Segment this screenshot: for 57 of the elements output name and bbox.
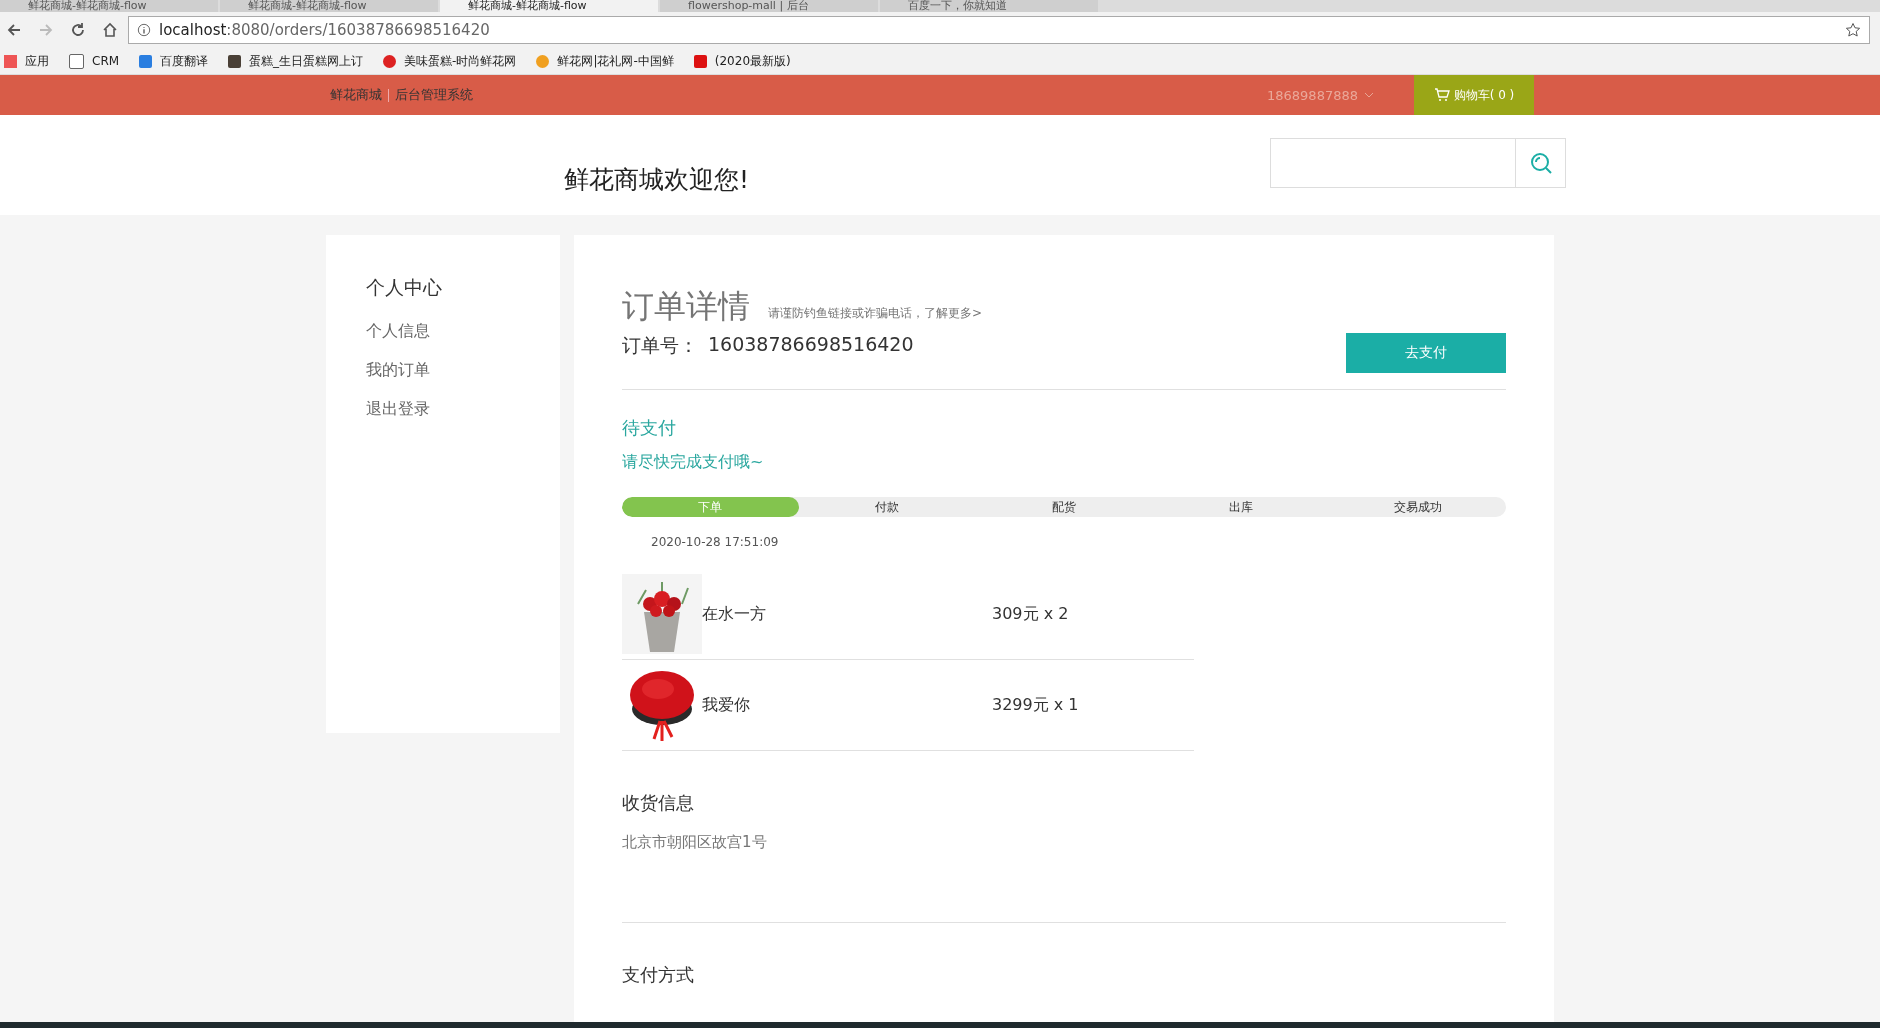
- progress-step: 交易成功: [1329, 497, 1506, 517]
- sidebar-item[interactable]: 我的订单: [366, 360, 430, 381]
- bookmark[interactable]: 美味蛋糕-时尚鲜花网: [383, 52, 517, 70]
- site-link[interactable]: 鲜花商城: [330, 86, 382, 104]
- progress-step: 配货: [975, 497, 1153, 517]
- bookmark[interactable]: 鲜花网|花礼网-中国鲜: [536, 52, 674, 70]
- bookmark[interactable]: (2020最新版): [693, 52, 791, 70]
- browser-tab[interactable]: 鲜花商城-鲜花商城-flow: [0, 0, 218, 12]
- product-name: 在水一方: [702, 603, 767, 625]
- bookmark[interactable]: 百度翻译: [139, 52, 209, 70]
- bookmark-icon: [69, 53, 84, 69]
- search-icon: [1528, 151, 1553, 175]
- bookmark-icon: [4, 54, 17, 68]
- section-title: 收货信息: [622, 791, 695, 815]
- order-number: 16038786698516420: [708, 333, 914, 357]
- progress-step: 下单: [622, 497, 799, 517]
- star-icon[interactable]: [1845, 22, 1861, 38]
- bookmark[interactable]: 蛋糕_生日蛋糕网上订: [228, 52, 364, 70]
- section-title: 支付方式: [622, 963, 695, 987]
- address-bar[interactable]: localhost:8080/orders/16038786698516420: [128, 16, 1870, 44]
- browser-tab[interactable]: 百度一下，你就知道: [880, 0, 1098, 12]
- cart-icon: [1433, 88, 1450, 102]
- product-price: 309元 x 2: [992, 603, 1069, 625]
- product-price: 3299元 x 1: [992, 694, 1079, 716]
- order-time: 2020-10-28 17:51:09: [651, 535, 780, 549]
- home-icon[interactable]: [102, 22, 118, 38]
- page-title: 订单详情: [622, 286, 750, 327]
- sidebar-title: 个人中心: [366, 275, 443, 300]
- progress-step: 付款: [798, 497, 976, 517]
- browser-tab[interactable]: flowershop-mall | 后台: [660, 0, 878, 12]
- info-icon[interactable]: [137, 23, 151, 37]
- browser-tab[interactable]: 鲜花商城-鲜花商城-flow: [440, 0, 658, 12]
- sidebar-item[interactable]: 个人信息: [366, 321, 430, 342]
- welcome-text: 鲜花商城欢迎您!: [564, 164, 750, 196]
- notice-link[interactable]: 请谨防钓鱼链接或诈骗电话，了解更多>: [768, 305, 983, 322]
- order-status: 待支付: [622, 416, 677, 440]
- bookmark-icon: [139, 54, 153, 68]
- sidebar-item[interactable]: 退出登录: [366, 399, 430, 420]
- bookmark-icon: [228, 54, 242, 68]
- status-hint: 请尽快完成支付哦~: [622, 452, 765, 473]
- admin-link[interactable]: 后台管理系统: [395, 86, 473, 104]
- reload-icon[interactable]: [70, 22, 86, 38]
- search-field[interactable]: [1270, 138, 1516, 188]
- url-text: localhost:8080/orders/16038786698516420: [159, 21, 490, 39]
- bookmark[interactable]: 应用: [4, 52, 49, 70]
- product-name: 我爱你: [702, 694, 751, 716]
- bookmark[interactable]: CRM: [69, 53, 120, 69]
- back-icon[interactable]: [6, 22, 22, 38]
- order-number-label: 订单号：: [622, 333, 698, 358]
- search-button[interactable]: [1516, 138, 1566, 188]
- bookmark-icon: [383, 54, 397, 68]
- shipping-address: 北京市朝阳区故宫1号: [622, 833, 768, 852]
- bookmark-icon: [536, 54, 550, 68]
- progress-step: 出库: [1152, 497, 1330, 517]
- bookmark-icon: [693, 54, 707, 68]
- chevron-down-icon: [1364, 92, 1374, 98]
- browser-tab[interactable]: 鲜花商城-鲜花商城-flow: [220, 0, 438, 12]
